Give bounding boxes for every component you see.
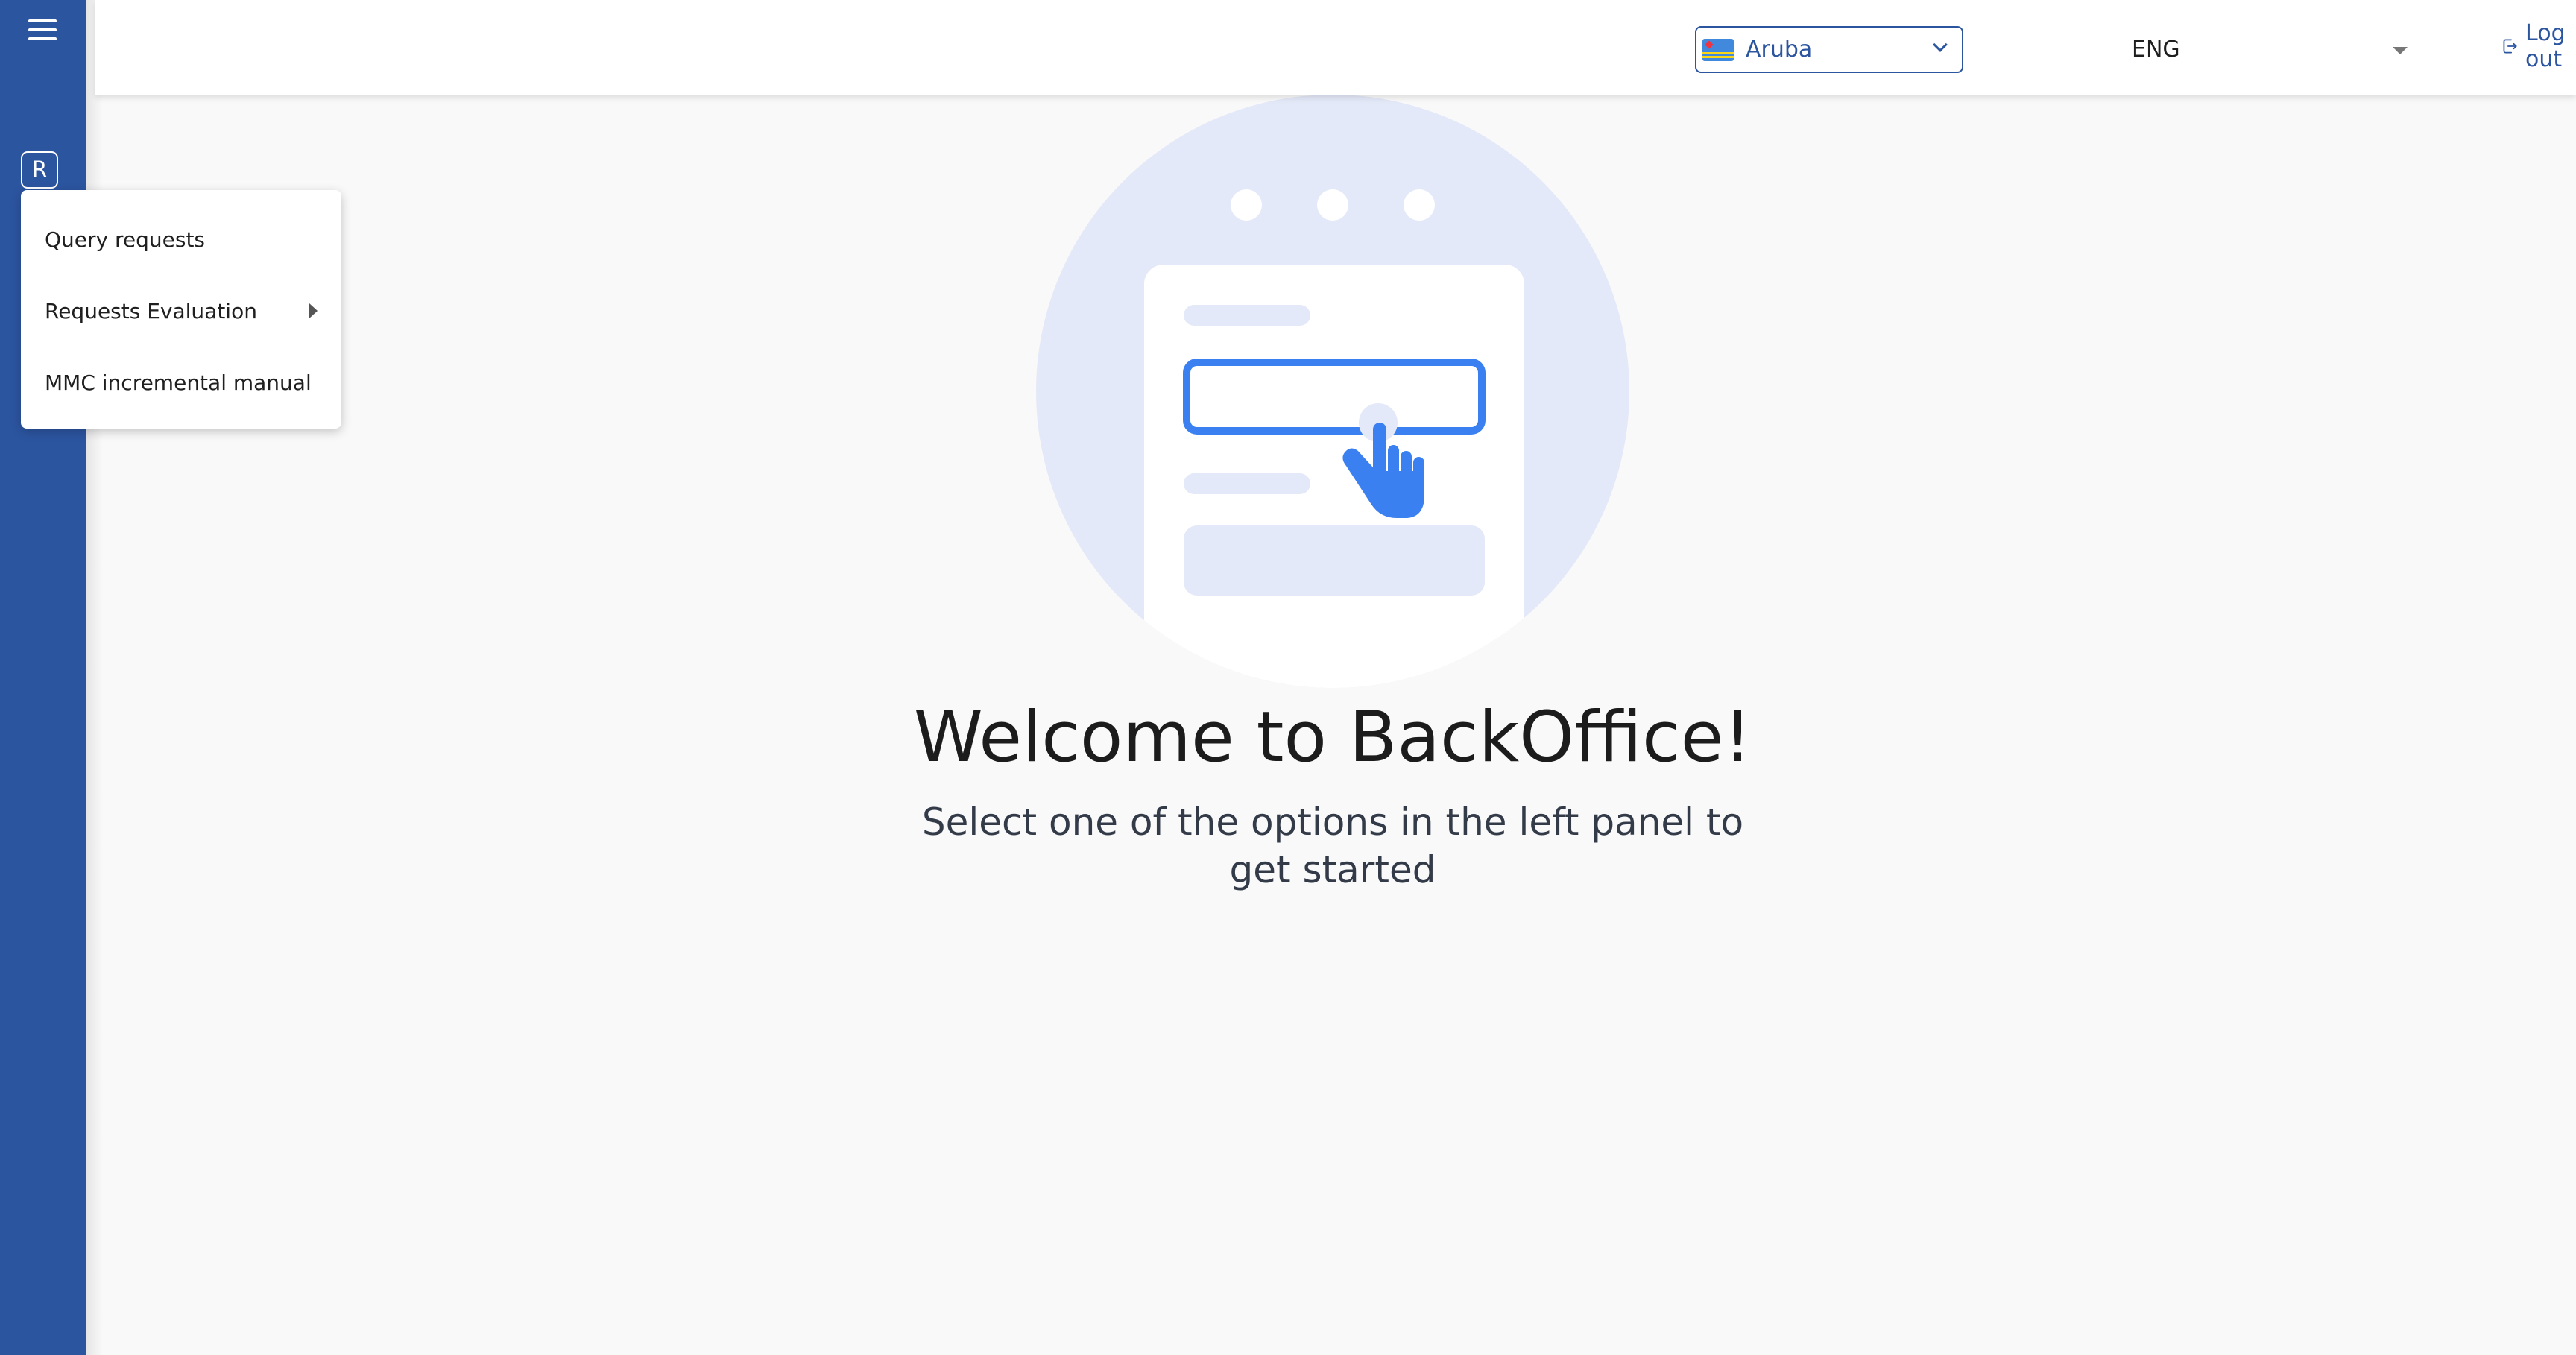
illustration-dot xyxy=(1231,189,1262,221)
language-select-value: ENG xyxy=(2132,37,2180,63)
top-header: Aruba ENG Log out xyxy=(95,0,2576,95)
submenu-arrow-icon xyxy=(309,303,318,318)
country-select[interactable]: Aruba xyxy=(1695,26,1963,73)
illustration-dot xyxy=(1404,189,1435,221)
welcome-title: Welcome to BackOffice! xyxy=(913,697,1752,778)
chevron-down-icon xyxy=(1933,37,1948,52)
welcome-subtitle: Select one of the options in the left pa… xyxy=(921,800,1744,891)
language-select[interactable]: ENG xyxy=(2132,26,2408,73)
menu-item-label: Requests Evaluation xyxy=(45,298,257,323)
role-badge[interactable]: R xyxy=(21,151,58,189)
illustration-line xyxy=(1184,473,1310,494)
menu-item-label: Query requests xyxy=(45,227,206,252)
menu-item-mmc-incremental-manual[interactable]: MMC incremental manual xyxy=(21,347,341,418)
illustration-dot xyxy=(1317,189,1348,221)
welcome-illustration xyxy=(1036,95,1629,688)
caret-down-icon xyxy=(2393,47,2408,54)
hamburger-menu-icon[interactable] xyxy=(28,19,57,40)
country-select-value: Aruba xyxy=(1746,37,1813,63)
illustration-button xyxy=(1184,525,1485,596)
sidebar-flyout-menu: Query requests Requests Evaluation MMC i… xyxy=(21,190,341,429)
menu-item-label: MMC incremental manual xyxy=(45,370,312,395)
aruba-flag-icon xyxy=(1702,38,1734,61)
logout-button[interactable]: Log out xyxy=(2500,20,2576,72)
menu-item-requests-evaluation[interactable]: Requests Evaluation xyxy=(21,275,341,347)
logout-icon xyxy=(2503,39,2517,54)
menu-item-query-requests[interactable]: Query requests xyxy=(21,203,341,275)
logout-label: Log out xyxy=(2525,20,2566,72)
illustration-line xyxy=(1184,305,1310,326)
